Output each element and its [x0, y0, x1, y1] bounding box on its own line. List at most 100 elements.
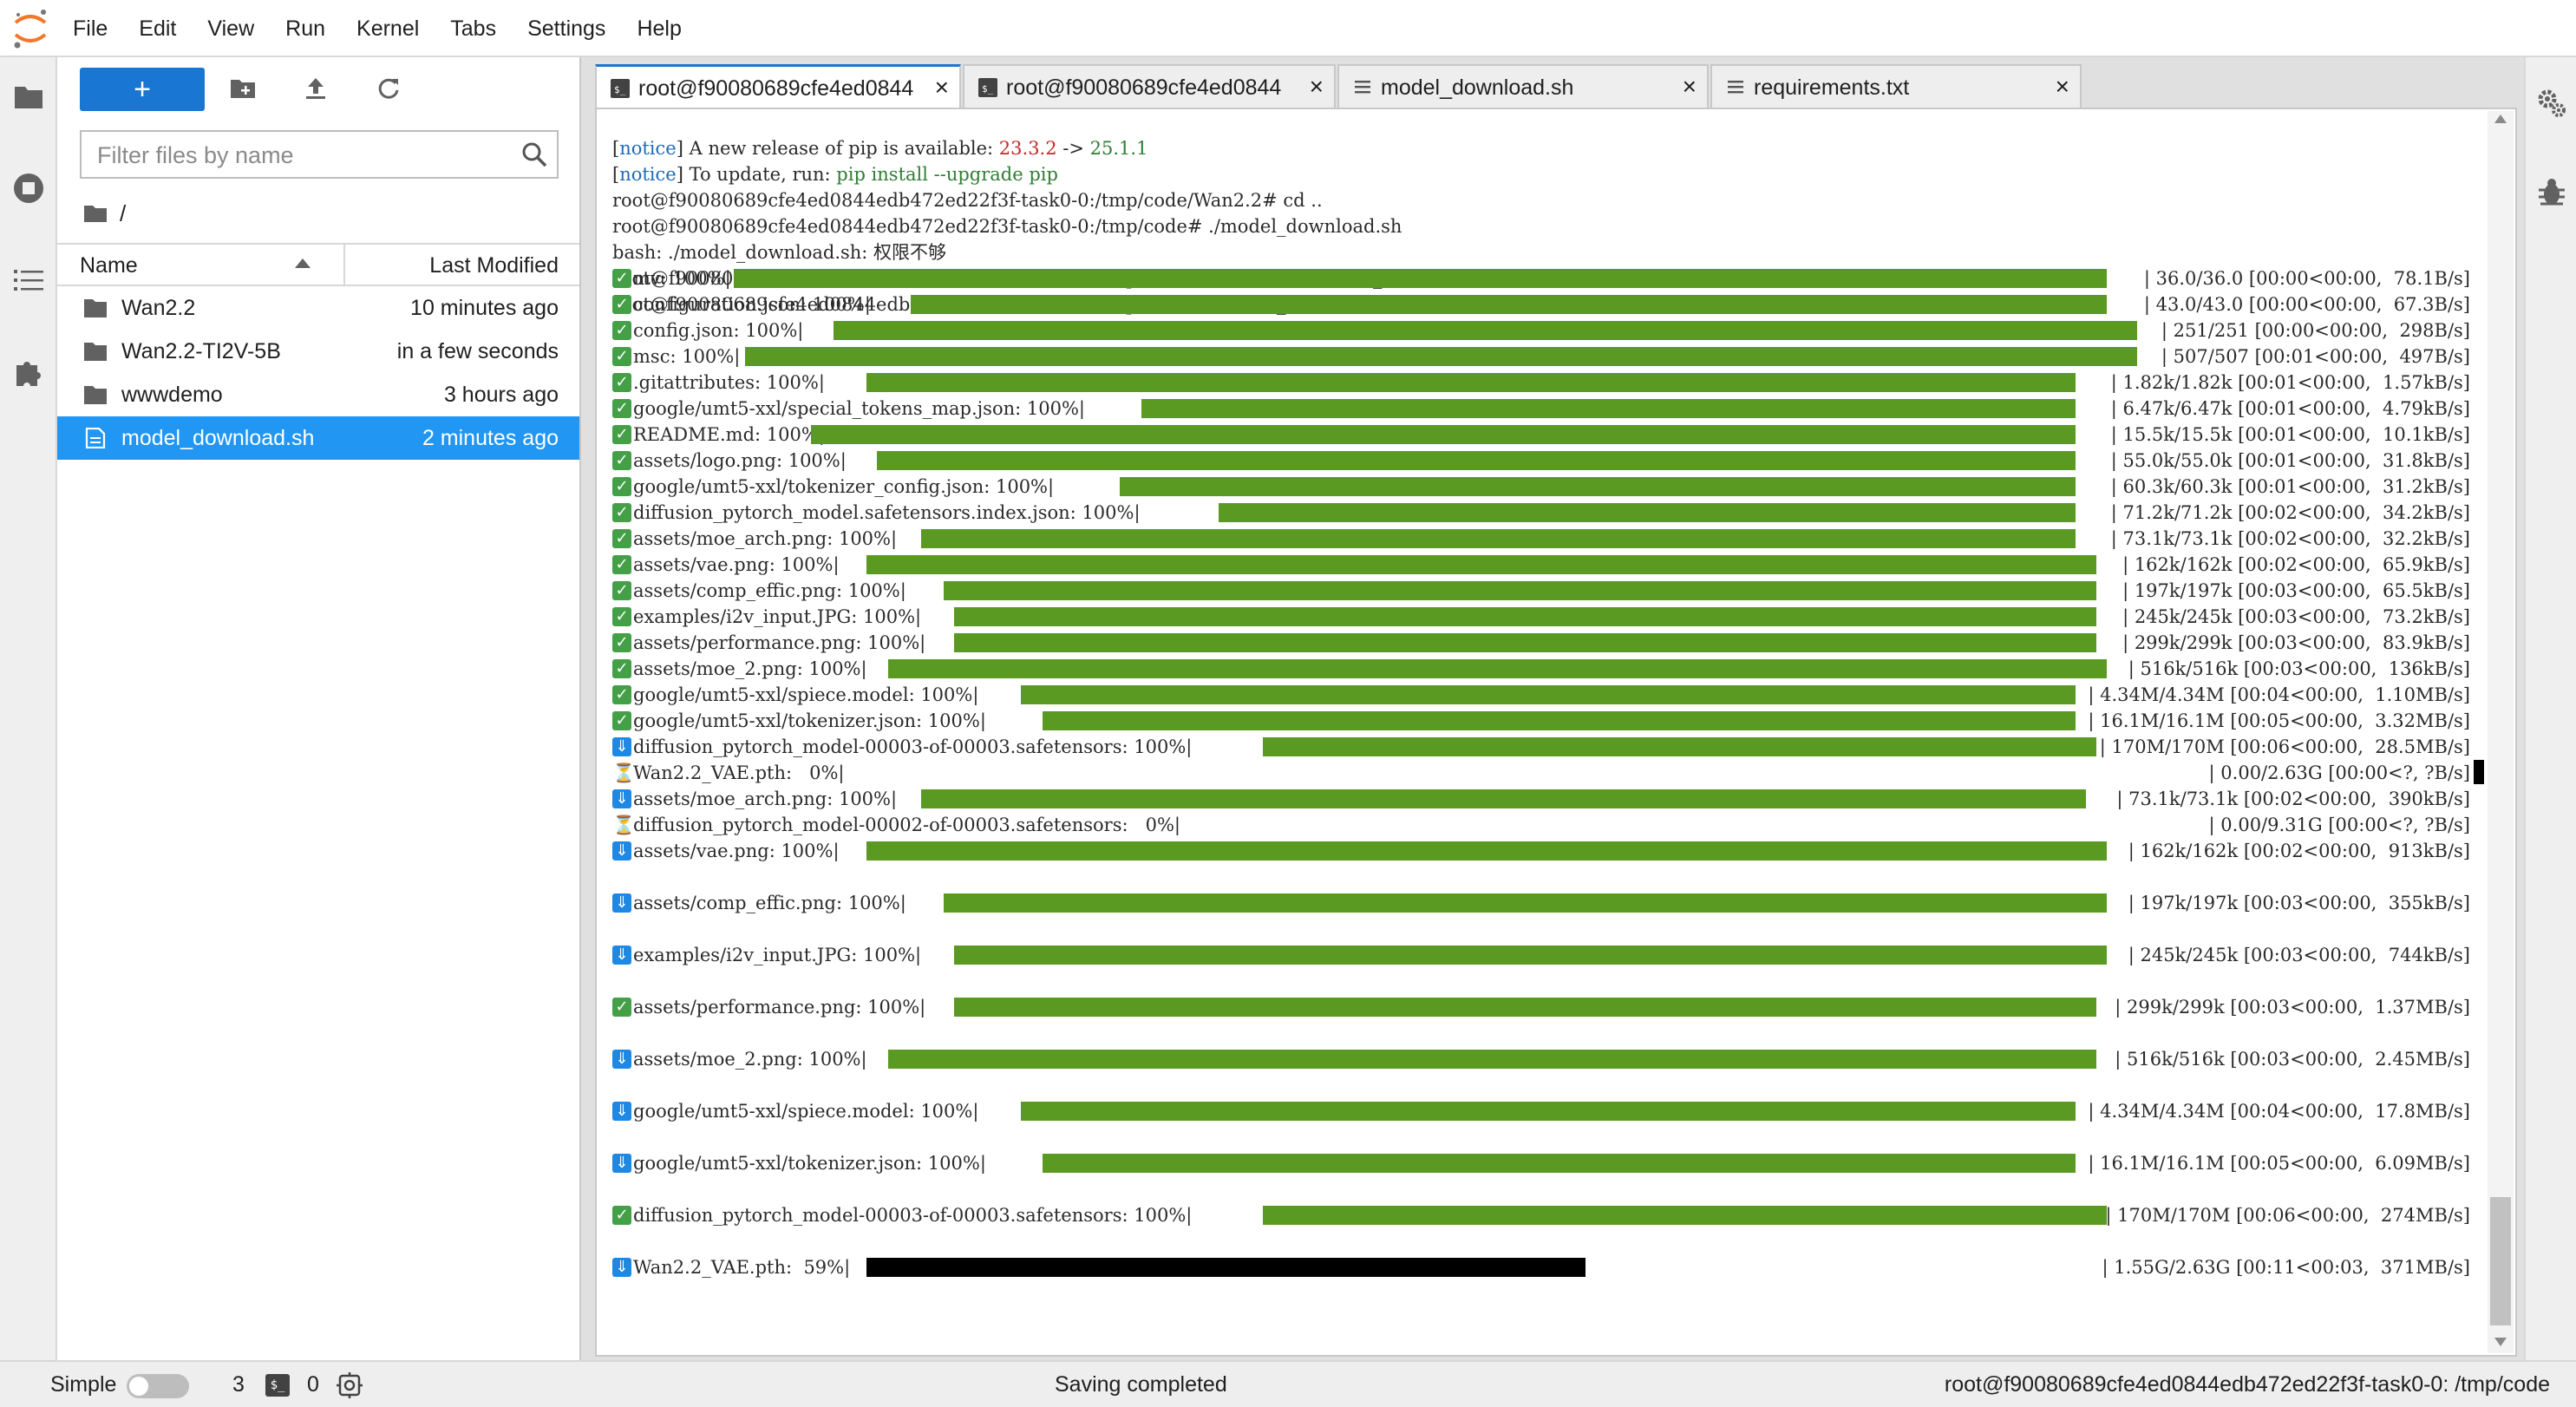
terminal-line: root@f90080689cfe4ed0844edb472ed22f3f-ta…	[612, 190, 1323, 211]
progress-stats: | 299k/299k [00:03<00:00, 1.37MB/s]	[2115, 997, 2470, 1018]
progress-label: google/umt5-xxl/tokenizer.json: 100%|	[633, 710, 986, 731]
download-icon: ⇓	[612, 946, 631, 965]
file-row[interactable]: wwwdemo 3 hours ago	[57, 373, 579, 416]
progress-line: ✓ assets/moe_2.png: 100%| | 516k/516k [00:…	[612, 656, 2477, 682]
progress-stats: | 73.1k/73.1k [00:02<00:00, 390kB/s]	[2116, 789, 2470, 809]
column-modified-header[interactable]: Last Modified	[429, 253, 559, 278]
terminal-panel[interactable]: [notice] A new release of pip is availab…	[595, 108, 2517, 1357]
progress-bar-fill	[954, 998, 2096, 1017]
progress-label: Wan2.2_VAE.pth: 0%|	[633, 762, 845, 783]
menu-settings[interactable]: Settings	[527, 16, 605, 42]
progress-stats: | 0.00/2.63G [00:00<?, ?B/s]	[2208, 762, 2470, 783]
file-row-selected[interactable]: model_download.sh 2 minutes ago	[57, 416, 579, 460]
tab-model-download-sh[interactable]: model_download.sh ×	[1337, 64, 1709, 108]
running-icon[interactable]	[9, 168, 49, 208]
menu-file[interactable]: File	[73, 16, 108, 42]
progress-bar-fill	[921, 529, 2076, 548]
progress-bar-fill	[1020, 1102, 2076, 1121]
pip-old-version: 23.3.2	[998, 138, 1057, 159]
notice-tag: notice	[619, 164, 677, 185]
progress-stats: | 162k/162k [00:02<00:00, 65.9kB/s]	[2122, 554, 2470, 575]
menu-help[interactable]: Help	[637, 16, 681, 42]
refresh-icon[interactable]	[371, 71, 406, 106]
check-icon: ✓	[612, 425, 631, 444]
terminal-scrollbar[interactable]	[2488, 111, 2514, 1353]
progress-label: diffusion_pytorch_model-00003-of-00003.s…	[633, 736, 1193, 757]
tab-requirements-txt[interactable]: requirements.txt ×	[1710, 64, 2082, 108]
progress-stats: | 507/507 [00:01<00:00, 497B/s]	[2161, 346, 2470, 367]
progress-label: google/umt5-xxl/tokenizer.json: 100%|	[633, 1153, 986, 1174]
progress-bar-fill	[1042, 1154, 2076, 1173]
progress-stats: | 60.3k/60.3k [00:01<00:00, 31.2kB/s]	[2110, 476, 2470, 497]
check-icon: ✓	[612, 269, 631, 288]
column-divider[interactable]	[343, 245, 345, 285]
scrollbar-thumb[interactable]	[2490, 1197, 2511, 1325]
file-row[interactable]: Wan2.2 10 minutes ago	[57, 286, 579, 330]
new-folder-icon[interactable]	[226, 71, 260, 106]
file-modified: in a few seconds	[396, 339, 559, 363]
close-icon[interactable]: ×	[1310, 75, 1324, 99]
breadcrumb-root[interactable]: /	[120, 200, 126, 227]
menu-view[interactable]: View	[207, 16, 254, 42]
check-icon: ✓	[612, 295, 631, 314]
menu-run[interactable]: Run	[285, 16, 325, 42]
text-file-icon	[1353, 78, 1372, 97]
simple-mode-label: Simple	[50, 1372, 117, 1397]
close-icon[interactable]: ×	[1683, 75, 1697, 99]
terminal-cursor	[2474, 760, 2484, 784]
terminal-icon[interactable]: $_	[265, 1374, 290, 1397]
file-row[interactable]: Wan2.2-TI2V-5B in a few seconds	[57, 330, 579, 373]
terminal-icon: $_	[611, 79, 630, 98]
progress-stats: | 43.0/43.0 [00:00<00:00, 67.3B/s]	[2143, 294, 2470, 315]
property-inspector-icon[interactable]	[2532, 83, 2572, 123]
progress-line: ✓ examples/i2v_input.JPG: 100%| | 245k/245…	[612, 604, 2477, 630]
scroll-up-arrow-icon[interactable]	[2494, 115, 2507, 123]
breadcrumb-folder-icon[interactable]	[83, 204, 108, 223]
scroll-down-arrow-icon[interactable]	[2494, 1338, 2507, 1346]
upload-icon[interactable]	[298, 71, 333, 106]
simple-mode-toggle[interactable]	[127, 1374, 189, 1398]
menu-tabs[interactable]: Tabs	[450, 16, 496, 42]
progress-line: ✓ google/umt5-xxl/tokenizer.json: 100%| | …	[612, 708, 2477, 734]
new-launcher-button[interactable]: +	[80, 68, 205, 111]
progress-bar-fill	[811, 425, 2076, 444]
debugger-icon[interactable]	[2532, 172, 2572, 212]
close-icon[interactable]: ×	[935, 75, 949, 100]
filter-files-input[interactable]	[82, 132, 515, 179]
download-icon: ⇓	[612, 893, 631, 913]
svg-text:$_: $_	[614, 84, 626, 95]
tab-label: model_download.sh	[1381, 75, 1574, 100]
check-icon: ✓	[612, 659, 631, 678]
folder-icon[interactable]	[9, 76, 49, 116]
close-icon[interactable]: ×	[2056, 75, 2069, 99]
check-icon: ✓	[612, 347, 631, 366]
tab-terminal-2[interactable]: $_ root@f90080689cfe4ed0844 ×	[963, 64, 1336, 108]
gear-icon[interactable]	[337, 1372, 363, 1398]
progress-stats: | 71.2k/71.2k [00:02<00:00, 34.2kB/s]	[2110, 502, 2470, 523]
progress-label: mv: 100%|	[633, 268, 731, 289]
check-icon: ✓	[612, 373, 631, 392]
toc-icon[interactable]	[9, 260, 49, 300]
terminal-count[interactable]: 3	[232, 1372, 245, 1397]
progress-bar-fill	[833, 321, 2138, 340]
menu-edit[interactable]: Edit	[139, 16, 176, 42]
sort-ascending-icon[interactable]	[295, 258, 311, 268]
terminal-line: [notice] To update, run: pip install --u…	[612, 164, 1058, 185]
terminal-line: bash: ./model_download.sh: 权限不够	[612, 242, 947, 263]
check-icon: ✓	[612, 529, 631, 548]
tab-terminal-1[interactable]: $_ root@f90080689cfe4ed0844 ×	[595, 64, 961, 109]
check-icon: ✓	[612, 581, 631, 600]
kernel-count[interactable]: 0	[307, 1372, 319, 1397]
progress-bar-fill	[866, 373, 2076, 392]
progress-label: assets/moe_arch.png: 100%|	[633, 789, 898, 809]
progress-label: Wan2.2_VAE.pth: 59%|	[633, 1257, 851, 1278]
jupyter-logo-icon	[14, 10, 47, 49]
progress-label: assets/vae.png: 100%|	[633, 841, 840, 861]
column-name-header[interactable]: Name	[80, 253, 138, 278]
extension-icon[interactable]	[9, 352, 49, 392]
progress-stats: | 197k/197k [00:03<00:00, 355kB/s]	[2128, 893, 2470, 913]
menu-kernel[interactable]: Kernel	[356, 16, 419, 42]
progress-line: ✓ assets/comp_effic.png: 100%| | 197k/197k…	[612, 578, 2477, 604]
check-icon: ✓	[612, 321, 631, 340]
progress-bar-fill	[943, 581, 2096, 600]
